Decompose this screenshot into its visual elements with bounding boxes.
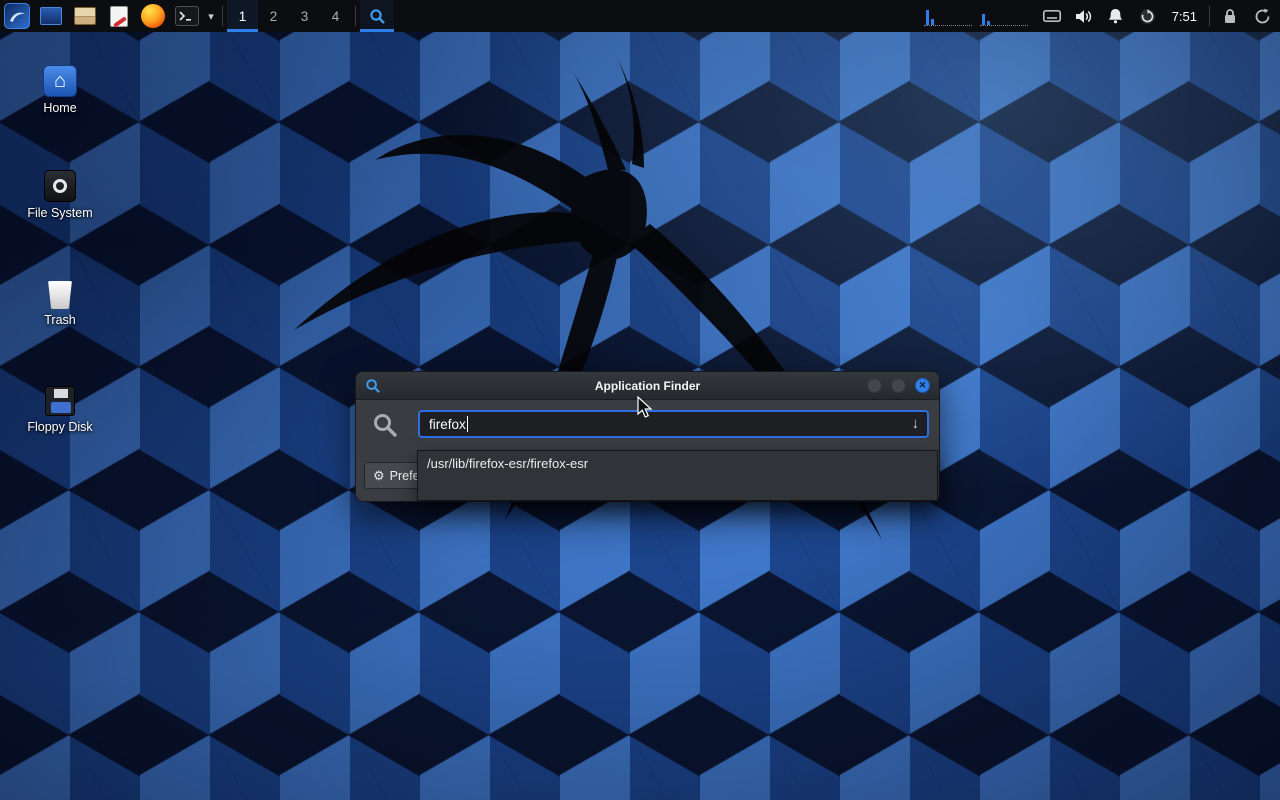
terminal-icon (175, 6, 199, 26)
notifications[interactable] (1104, 0, 1128, 32)
maximize-button[interactable] (891, 378, 906, 393)
window-icon (40, 7, 62, 25)
completion-popup: /usr/lib/firefox-esr/firefox-esr (417, 450, 938, 501)
session-logout[interactable] (1250, 0, 1274, 32)
mouse-cursor (636, 396, 656, 420)
minimize-button[interactable] (867, 378, 882, 393)
system-monitor-1[interactable] (924, 6, 972, 26)
dropdown-arrow-icon[interactable]: ↓ (912, 415, 920, 432)
screen-lock[interactable] (1218, 0, 1242, 32)
workspace-4[interactable]: 4 (320, 0, 351, 32)
workspace-2[interactable]: 2 (258, 0, 289, 32)
desktop-icon-label: Home (12, 101, 108, 115)
panel-separator (222, 6, 223, 26)
text-caret (467, 416, 468, 432)
desktop-icon-floppy-disk[interactable]: Floppy Disk (12, 376, 108, 434)
desktop-icon-label: Trash (12, 313, 108, 327)
text-editor-launcher[interactable] (102, 0, 136, 32)
file-cabinet-icon (74, 7, 96, 25)
desktop-icon-file-system[interactable]: File System (12, 162, 108, 220)
workspace-3[interactable]: 3 (289, 0, 320, 32)
panel-separator (355, 6, 356, 26)
workspace-1[interactable]: 1 (227, 0, 258, 32)
desktop-icon-label: Floppy Disk (12, 420, 108, 434)
notifications-bell-icon (1108, 8, 1123, 24)
application-finder-icon (369, 8, 386, 25)
kali-menu-button[interactable] (0, 0, 34, 32)
keyboard-icon (1043, 10, 1061, 22)
taskbar-application-finder[interactable] (360, 0, 394, 32)
search-input-value: firefox (429, 417, 466, 432)
trash-icon (47, 281, 73, 309)
text-editor-icon (110, 6, 128, 27)
keyboard-indicator[interactable] (1040, 0, 1064, 32)
window-finder-icon (365, 378, 381, 394)
search-icon (372, 412, 398, 438)
gear-icon: ⚙ (373, 468, 385, 484)
top-panel: ▾ 1 2 3 4 (0, 0, 1280, 32)
firefox-launcher[interactable] (136, 0, 170, 32)
desktop-icon-home[interactable]: ⌂ Home (12, 57, 108, 115)
volume-control[interactable] (1072, 0, 1096, 32)
window-launcher[interactable] (34, 0, 68, 32)
desktop-icon-trash[interactable]: Trash (12, 269, 108, 327)
software-updates[interactable] (1136, 0, 1160, 32)
clock[interactable]: 7:51 (1164, 9, 1205, 24)
volume-icon (1075, 9, 1093, 24)
kali-menu-icon (4, 3, 30, 29)
system-monitor-2[interactable] (980, 6, 1028, 26)
firefox-icon (141, 4, 165, 28)
window-title: Application Finder (356, 379, 939, 393)
close-button[interactable]: ✕ (915, 378, 930, 393)
file-system-icon (44, 170, 76, 202)
file-manager-launcher[interactable] (68, 0, 102, 32)
desktop-icon-label: File System (12, 206, 108, 220)
lock-icon (1223, 8, 1237, 24)
workspace-switcher: 1 2 3 4 (227, 0, 351, 32)
logout-icon (1254, 8, 1271, 25)
chevron-down-icon[interactable]: ▾ (204, 10, 218, 23)
updates-icon (1139, 8, 1156, 25)
home-icon: ⌂ (43, 65, 77, 97)
terminal-launcher[interactable] (170, 0, 204, 32)
completion-item[interactable]: /usr/lib/firefox-esr/firefox-esr (418, 451, 937, 476)
system-tray: 7:51 (924, 0, 1280, 32)
panel-separator (1209, 6, 1210, 26)
search-input[interactable]: firefox ↓ (418, 410, 929, 438)
floppy-disk-icon (45, 386, 75, 416)
